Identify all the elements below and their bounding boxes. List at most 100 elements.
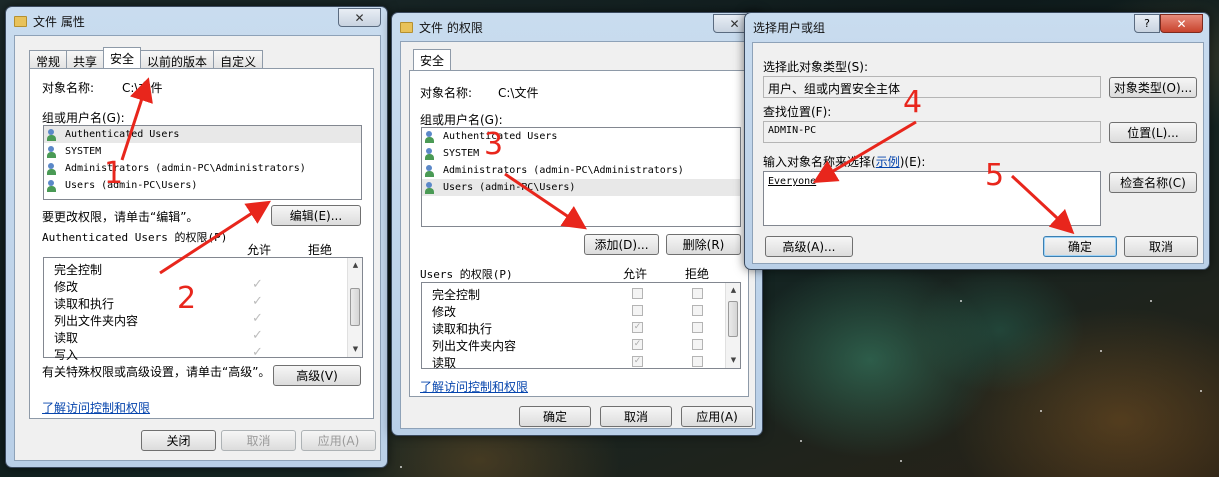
permission-name: 完全控制 <box>54 263 103 277</box>
deny-checkbox[interactable] <box>692 305 703 316</box>
deny-header: 拒绝 <box>685 267 710 281</box>
allow-checkbox[interactable]: ✓ <box>632 322 643 333</box>
ok-button[interactable]: 确定 <box>519 406 591 427</box>
users-icon <box>425 181 439 194</box>
object-type-value: 用户、组或内置安全主体 <box>763 76 1101 98</box>
cancel-button[interactable]: 取消 <box>221 430 296 451</box>
allow-checkbox[interactable] <box>632 288 643 299</box>
cancel-button[interactable]: 取消 <box>600 406 672 427</box>
cancel-button[interactable]: 取消 <box>1124 236 1198 257</box>
list-item[interactable]: SYSTEM <box>422 145 740 162</box>
star <box>800 440 802 442</box>
folder-icon <box>400 21 413 33</box>
tab-sharing[interactable]: 共享 <box>66 50 105 69</box>
close-button[interactable]: ✕ <box>1160 14 1203 33</box>
user-list[interactable]: Authenticated Users SYSTEM Administrator… <box>421 127 741 227</box>
permissions-title: Authenticated Users 的权限(P) <box>42 231 228 244</box>
ok-button[interactable]: 确定 <box>1043 236 1117 257</box>
allow-check-icon: ✓ <box>252 328 263 343</box>
permission-list[interactable]: 写入 ✓ 读取 ✓ 列出文件夹内容 ✓ 读取和执行 ✓ 修改 ✓ 完全控制 ▲ ▼ <box>43 257 363 362</box>
advanced-button[interactable]: 高级(V) <box>273 365 361 386</box>
tab-previous-versions[interactable]: 以前的版本 <box>140 50 215 69</box>
deny-checkbox[interactable] <box>692 288 703 299</box>
list-item[interactable]: Authenticated Users <box>422 128 740 145</box>
step-number-1: 1 <box>104 156 124 191</box>
allow-checkbox[interactable]: ✓ <box>632 356 643 367</box>
object-name-value: C:\文件 <box>122 81 163 95</box>
permission-name: 读取 <box>54 331 79 345</box>
tab-general[interactable]: 常规 <box>29 50 68 69</box>
window-title: 选择用户或组 <box>753 20 826 35</box>
scroll-up-icon[interactable]: ▲ <box>348 258 363 273</box>
scroll-down-icon[interactable]: ▼ <box>348 342 363 357</box>
close-dialog-button[interactable]: 关闭 <box>141 430 216 451</box>
add-button[interactable]: 添加(D)... <box>584 234 659 255</box>
close-button[interactable]: ✕ <box>338 8 381 27</box>
title-bar[interactable]: 文件 的权限 <box>392 13 762 41</box>
star <box>1040 410 1042 412</box>
tab-strip: 常规 共享 安全 以前的版本 自定义 <box>29 47 264 69</box>
star <box>1150 300 1152 302</box>
permission-row: 写入 ✓ <box>44 345 362 362</box>
locations-button[interactable]: 位置(L)... <box>1109 122 1197 143</box>
deny-checkbox[interactable] <box>692 322 703 333</box>
list-item[interactable]: Authenticated Users <box>44 126 361 143</box>
object-name-value: C:\文件 <box>498 86 539 100</box>
learn-access-control-link[interactable]: 了解访问控制和权限 <box>42 399 150 416</box>
security-panel: 对象名称: C:\文件 组或用户名(G): Authenticated User… <box>29 68 374 419</box>
advanced-button[interactable]: 高级(A)... <box>765 236 853 257</box>
tab-security[interactable]: 安全 <box>103 47 142 68</box>
dialog-body: 常规 共享 安全 以前的版本 自定义 对象名称: C:\文件 组或用户名(G):… <box>14 35 381 461</box>
scroll-thumb[interactable] <box>728 301 738 337</box>
step-number-4: 4 <box>903 85 923 120</box>
object-type-label: 选择此对象类型(S): <box>763 60 869 74</box>
tab-security[interactable]: 安全 <box>413 49 452 70</box>
permission-row: 读取和执行 ✓ <box>44 294 362 311</box>
list-item[interactable]: Administrators (admin-PC\Administrators) <box>422 162 740 179</box>
tab-customize[interactable]: 自定义 <box>213 50 264 69</box>
permission-name: 修改 <box>432 305 457 319</box>
special-hint: 有关特殊权限或高级设置，请单击“高级”。 <box>42 365 271 379</box>
title-bar[interactable]: 文件 属性 <box>6 7 387 35</box>
object-name-label: 对象名称: <box>42 81 95 95</box>
allow-checkbox[interactable]: ✓ <box>632 339 643 350</box>
remove-button[interactable]: 删除(R) <box>666 234 741 255</box>
scrollbar[interactable]: ▲ ▼ <box>725 283 740 368</box>
learn-access-control-link[interactable]: 了解访问控制和权限 <box>420 378 528 395</box>
apply-button[interactable]: 应用(A) <box>681 406 753 427</box>
deny-checkbox[interactable] <box>692 339 703 350</box>
permission-name: 读取和执行 <box>432 322 493 336</box>
scroll-down-icon[interactable]: ▼ <box>726 353 741 368</box>
allow-checkbox[interactable] <box>632 305 643 316</box>
object-types-button[interactable]: 对象类型(O)... <box>1109 77 1197 98</box>
list-item[interactable]: SYSTEM <box>44 143 361 160</box>
user-list[interactable]: Authenticated Users SYSTEM Administrator… <box>43 125 362 200</box>
examples-link[interactable]: 示例 <box>876 155 900 169</box>
group-label: 组或用户名(G): <box>420 113 503 127</box>
permission-row: 完全控制 <box>422 285 740 302</box>
permission-row: 修改 <box>422 302 740 319</box>
permission-row: 完全控制 <box>44 260 362 277</box>
check-names-button[interactable]: 检查名称(C) <box>1109 172 1197 193</box>
apply-button[interactable]: 应用(A) <box>301 430 376 451</box>
security-panel: 对象名称: C:\文件 组或用户名(G): Authenticated User… <box>409 70 749 397</box>
list-item[interactable]: Administrators (admin-PC\Administrators) <box>44 160 361 177</box>
list-item[interactable]: Users (admin-PC\Users) <box>422 179 740 196</box>
list-item[interactable]: Users (admin-PC\Users) <box>44 177 361 194</box>
edit-button[interactable]: 编辑(E)... <box>271 205 361 226</box>
permission-list[interactable]: 读取 ✓ 列出文件夹内容 ✓ 读取和执行 ✓ 修改 完全控制 ▲ ▼ <box>421 282 741 370</box>
permission-row: 读取 ✓ <box>44 328 362 345</box>
permission-row: 列出文件夹内容 ✓ <box>422 336 740 353</box>
allow-header: 允许 <box>247 243 272 257</box>
help-button[interactable]: ? <box>1134 14 1160 33</box>
scroll-up-icon[interactable]: ▲ <box>726 283 741 298</box>
scrollbar[interactable]: ▲ ▼ <box>347 258 362 357</box>
permission-row: 读取 ✓ <box>422 353 740 370</box>
deny-checkbox[interactable] <box>692 356 703 367</box>
scroll-thumb[interactable] <box>350 288 360 326</box>
object-names-input[interactable]: Everyone <box>763 171 1101 226</box>
deny-header: 拒绝 <box>308 243 333 257</box>
allow-check-icon: ✓ <box>252 277 263 292</box>
file-properties-window: 文件 属性 ✕ 常规 共享 安全 以前的版本 自定义 对象名称: C:\文件 组… <box>5 6 388 468</box>
change-hint: 要更改权限，请单击“编辑”。 <box>42 210 199 224</box>
